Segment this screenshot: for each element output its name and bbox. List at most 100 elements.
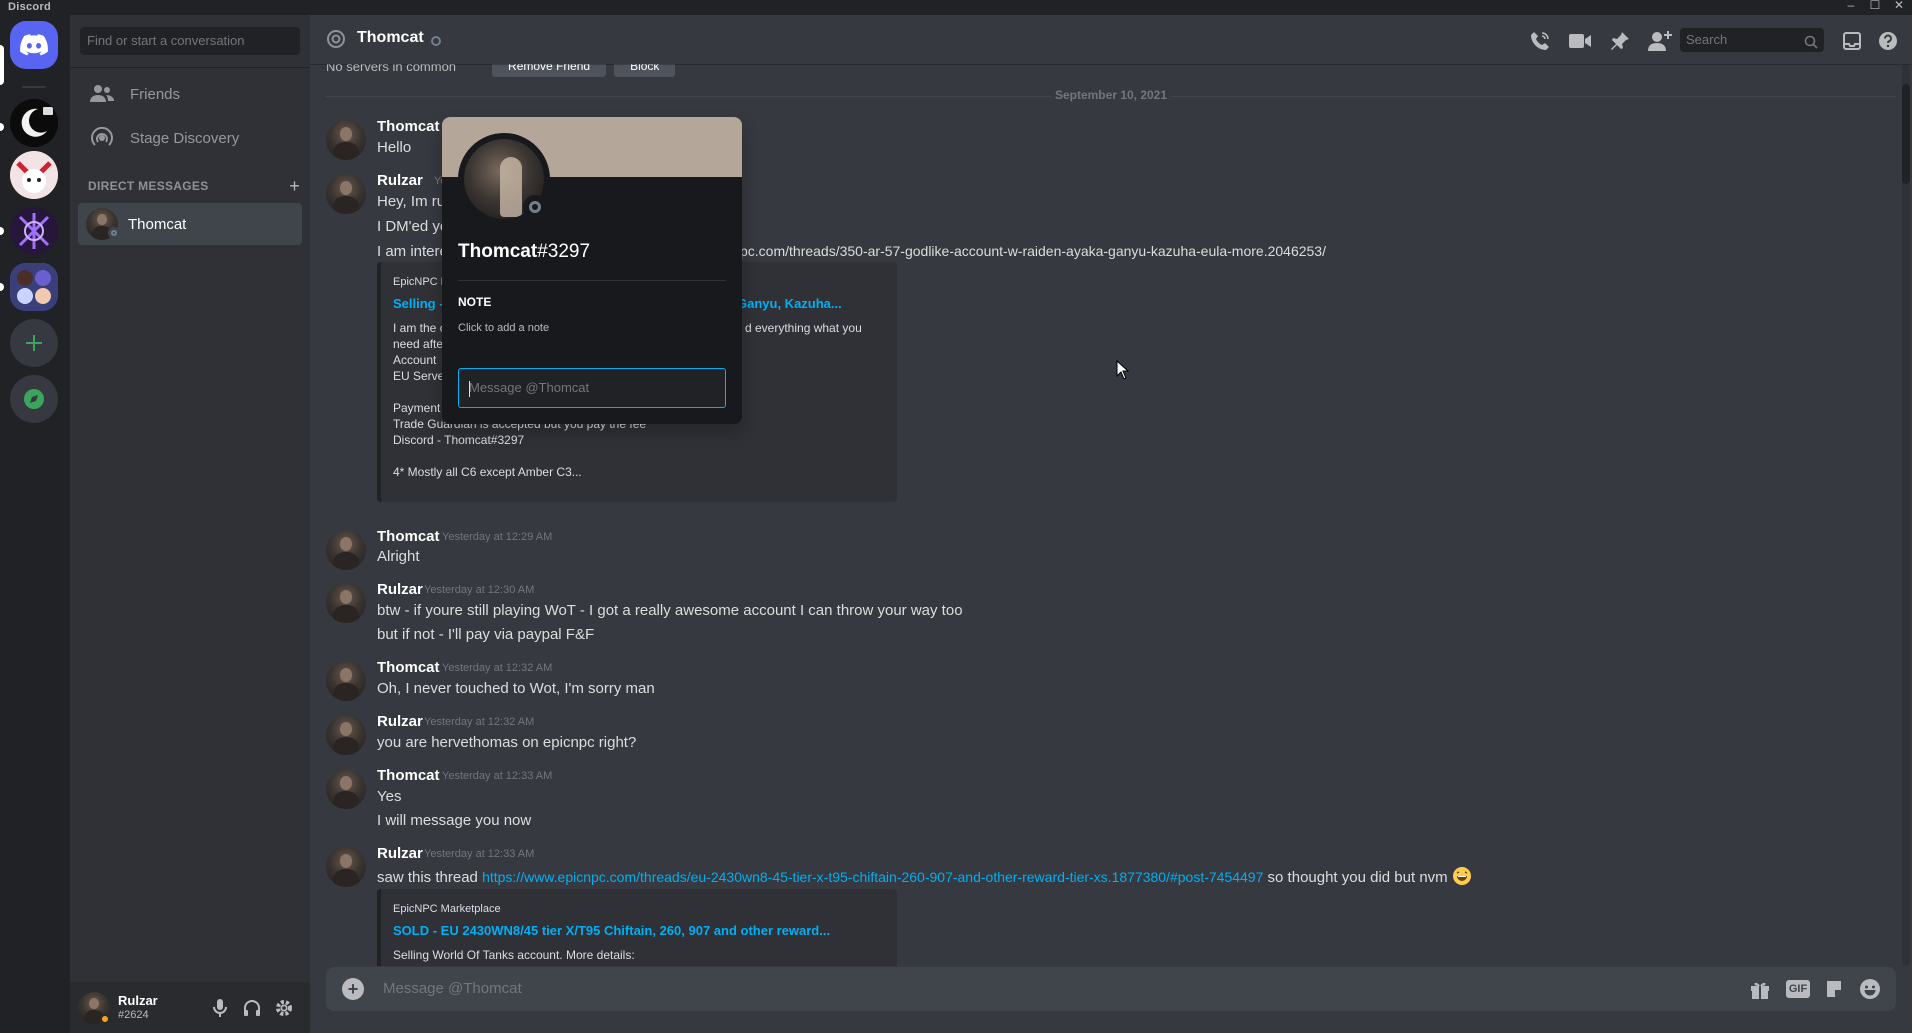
close-window-button[interactable]: ✕ — [1884, 0, 1912, 13]
dm-item-thomcat[interactable]: Thomcat — [78, 203, 302, 245]
embed-title-continued[interactable]: Ganyu, Kazuha... — [737, 296, 842, 311]
search-input[interactable]: Search — [1680, 28, 1824, 52]
message-timestamp: Yesterday at 12:33 AM — [424, 848, 535, 860]
username: Rulzar — [118, 993, 158, 1008]
dm-item-label: Thomcat — [128, 215, 187, 233]
message-group[interactable]: Rulzar Yesterday at 12:30 AM btw - if yo… — [310, 581, 1900, 645]
microphone-icon[interactable] — [210, 998, 230, 1018]
embed-title[interactable]: Selling - — [393, 296, 444, 311]
embed-description-line: 4* Mostly all C6 except Amber C3... — [393, 465, 582, 479]
message-author[interactable]: Thomcat — [377, 659, 440, 676]
avatar[interactable] — [326, 530, 366, 570]
message-author[interactable]: Rulzar — [377, 172, 423, 189]
avatar[interactable] — [326, 715, 366, 755]
direct-messages-header: DIRECT MESSAGES + — [88, 176, 300, 197]
message-input[interactable]: Message @Thomcat — [383, 980, 522, 997]
message-author[interactable]: Rulzar — [377, 845, 423, 862]
avatar[interactable] — [326, 769, 366, 809]
gear-icon[interactable] — [274, 998, 294, 1018]
message-group[interactable]: Rulzar Yesterday at 12:33 AM saw this th… — [310, 845, 1900, 966]
message-text: Alright — [377, 548, 420, 565]
start-voice-call-icon[interactable] — [1528, 29, 1552, 53]
message-group[interactable]: Thomcat Yesterday at 12:29 AM Alright — [310, 528, 1900, 570]
embed-description-line: Account — [393, 353, 437, 367]
dm-sidebar: Find or start a conversation Friends Sta… — [70, 15, 310, 1033]
sticker-icon[interactable] — [1822, 977, 1846, 1001]
server-moon[interactable] — [10, 99, 58, 147]
unread-pill — [0, 283, 4, 291]
message-group[interactable]: Thomcat Yesterday at 12:33 AM Yes I will… — [310, 767, 1900, 831]
avatar[interactable] — [326, 847, 366, 887]
anime-server-icon — [10, 151, 58, 199]
headphones-icon[interactable] — [242, 998, 262, 1018]
message-text: but if not - I'll pay via paypal F&F — [377, 626, 595, 643]
plus-icon — [26, 335, 42, 351]
message-link[interactable]: https://www.epicnpc.com/threads/eu-2430w… — [482, 869, 1263, 885]
find-conversation-input[interactable]: Find or start a conversation — [80, 27, 300, 55]
help-icon[interactable] — [1876, 29, 1900, 53]
unread-pill — [0, 227, 4, 235]
message-link[interactable]: pc.com/threads/350-ar-57-godlike-account… — [740, 243, 1326, 259]
pin-icon[interactable] — [1608, 29, 1632, 53]
gif-icon[interactable]: GIF — [1785, 977, 1811, 1001]
message-text: saw this thread https://www.epicnpc.com/… — [377, 866, 1472, 886]
embed-description-line: I am the c — [393, 321, 446, 335]
sidebar-item-stage-discovery[interactable]: Stage Discovery — [78, 117, 302, 159]
gift-icon[interactable] — [1748, 977, 1772, 1001]
embed-provider[interactable]: EpicNPC Marketplace — [393, 903, 501, 915]
avatar[interactable] — [326, 583, 366, 623]
message-author[interactable]: Rulzar — [377, 713, 423, 730]
message-text: Oh, I never touched to Wot, I'm sorry ma… — [377, 680, 655, 697]
server-anime[interactable] — [10, 151, 58, 199]
add-server-button[interactable] — [10, 319, 58, 367]
remove-friend-button[interactable]: Remove Friend — [492, 64, 607, 77]
user-tag: #2624 — [118, 1009, 149, 1021]
embed-title[interactable]: SOLD - EU 2430WN8/45 tier X/T95 Chiftain… — [393, 923, 830, 938]
start-video-call-icon[interactable] — [1568, 29, 1592, 53]
avatar[interactable] — [326, 661, 366, 701]
server-rail — [0, 15, 70, 1033]
message-author[interactable]: Thomcat — [377, 528, 440, 545]
upload-plus-icon[interactable]: + — [342, 978, 364, 1000]
scrollbar-track[interactable] — [1902, 64, 1910, 966]
grinning-emoji-icon — [1452, 867, 1471, 885]
avatar[interactable] — [326, 174, 366, 214]
message-text-suffix: so thought you did but nvm — [1267, 869, 1448, 886]
sidebar-item-friends[interactable]: Friends — [78, 73, 302, 115]
embed-description-line: Discord - Thomcat#3297 — [393, 433, 525, 447]
add-friend-to-dm-icon[interactable] — [1648, 29, 1672, 53]
embed-description-line: Selling World Of Tanks account. More det… — [393, 948, 635, 962]
stage-icon — [86, 126, 118, 150]
block-button[interactable]: Block — [614, 64, 676, 77]
message-author[interactable]: Thomcat — [377, 767, 440, 784]
scrollbar-thumb[interactable] — [1902, 84, 1910, 184]
inbox-icon[interactable] — [1840, 29, 1864, 53]
embed-description-line: Payment — [393, 401, 441, 415]
popout-message-input[interactable]: Message @Thomcat — [458, 368, 726, 408]
idle-status-icon — [100, 1014, 110, 1024]
offline-status-icon — [523, 195, 547, 219]
message-text: I DM'ed yo — [377, 218, 449, 235]
emoji-picker-icon[interactable] — [1858, 977, 1882, 1001]
message-author[interactable]: Thomcat — [377, 118, 440, 135]
message-group[interactable]: Rulzar Yesterday at 12:32 AM you are her… — [310, 713, 1900, 755]
message-timestamp: Yesterday at 12:32 AM — [442, 662, 553, 674]
explore-servers-button[interactable] — [10, 375, 58, 423]
embed-description-line: need afte — [393, 337, 444, 351]
mutual-servers-text: No servers in common — [326, 64, 457, 74]
avatar[interactable] — [326, 120, 366, 160]
embed-description-line: EU Serve — [393, 369, 445, 383]
date-divider-label: September 10, 2021 — [1050, 88, 1172, 102]
note-input[interactable]: Click to add a note — [458, 322, 549, 334]
message-timestamp: Yesterday at 12:33 AM — [442, 770, 553, 782]
message-group[interactable]: Thomcat Yesterday at 12:32 AM Oh, I neve… — [310, 659, 1900, 701]
profile-actions-strip: No servers in common Remove Friend Block — [326, 64, 676, 78]
server-purple[interactable] — [10, 207, 58, 255]
discord-logo-icon — [20, 34, 48, 56]
message-author[interactable]: Rulzar — [377, 581, 423, 598]
sidebar-divider — [70, 67, 310, 68]
message-composer[interactable]: + Message @Thomcat GIF — [326, 967, 1896, 1011]
create-dm-button[interactable]: + — [289, 176, 300, 197]
home-button[interactable] — [10, 21, 58, 69]
server-folder[interactable] — [10, 263, 58, 311]
